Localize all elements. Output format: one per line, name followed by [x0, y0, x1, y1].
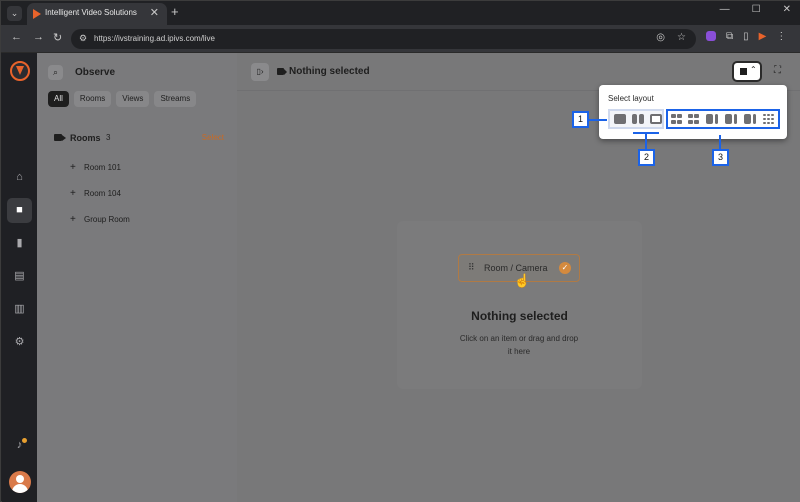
home-icon[interactable]: ⌂ — [7, 165, 32, 190]
film-icon[interactable]: ▮ — [7, 231, 32, 256]
layout-select-button[interactable]: ⌃ — [732, 61, 762, 82]
callout-2-arrow-split — [633, 132, 659, 134]
filter-views[interactable]: Views — [116, 91, 150, 107]
main-title: Nothing selected — [289, 66, 370, 77]
rooms-count: 3 — [106, 133, 111, 142]
layout-four-icon[interactable] — [671, 114, 683, 124]
callout-2: 2 — [638, 149, 655, 166]
chip-label: Room / Camera — [484, 263, 548, 273]
minimize-button[interactable]: — — [720, 4, 730, 15]
empty-state-description: Click on an item or drag and drop it her… — [459, 334, 579, 356]
side-panel-icon[interactable]: ▯ — [743, 31, 749, 42]
callout-2-arrow — [645, 133, 647, 149]
layout-nine-icon[interactable] — [763, 114, 775, 124]
address-bar: ← → ↻ ⚙ https://ivstraining.ad.ipivs.com… — [1, 25, 800, 53]
new-tab-button[interactable]: + — [171, 4, 179, 19]
empty-state-title: Nothing selected — [471, 309, 568, 323]
plus-icon[interactable]: + — [70, 188, 76, 199]
puzzle-icon[interactable]: ⧉ — [726, 31, 733, 42]
fullscreen-icon[interactable]: ⛶ — [774, 65, 781, 76]
layout-main-three-icon[interactable] — [725, 114, 737, 124]
bookmark-star-icon[interactable]: ☆ — [677, 32, 686, 43]
forward-icon[interactable]: → — [33, 31, 44, 43]
layout-popup: Select layout — [599, 85, 787, 139]
tab-search-button[interactable]: ⌄ — [7, 6, 22, 21]
url-text: https://ivstraining.ad.ipivs.com/live — [94, 34, 215, 43]
close-window-button[interactable]: ✕ — [783, 4, 791, 15]
filter-tabs: All Rooms Views Streams — [48, 91, 197, 107]
layout-single-icon — [740, 68, 747, 75]
layout-pip-icon[interactable] — [650, 114, 662, 124]
rooms-section-header: Rooms 3 Select — [54, 133, 224, 145]
room-name: Room 101 — [84, 163, 121, 172]
sidebar-panel: ⌕ Observe All Rooms Views Streams Rooms … — [37, 53, 237, 502]
filter-rooms[interactable]: Rooms — [73, 91, 112, 107]
video-camera-icon — [277, 68, 287, 75]
chart-icon[interactable]: ▥ — [7, 297, 32, 322]
layout-quad-icon[interactable] — [688, 114, 700, 124]
drag-handle-icon[interactable]: ⠿ — [468, 262, 475, 273]
eye-off-icon[interactable]: ◎ — [656, 32, 665, 43]
extension-icon[interactable] — [706, 31, 716, 41]
check-icon: ✓ — [559, 262, 571, 274]
drop-zone[interactable]: ⠿ Room / Camera ✓ ☝ Nothing selected Cli… — [397, 221, 642, 389]
extensions-area: ⧉ ▯ ▶ ⋮ — [706, 31, 786, 42]
chevron-up-icon: ⌃ — [750, 65, 757, 74]
bell-icon[interactable]: ♪ — [7, 433, 32, 458]
maximize-button[interactable]: ☐ — [752, 4, 761, 15]
popup-title: Select layout — [608, 94, 654, 103]
avatar[interactable] — [9, 471, 31, 493]
room-name: Room 104 — [84, 189, 121, 198]
tab-close-icon[interactable]: ✕ — [150, 6, 159, 19]
filter-all[interactable]: All — [48, 91, 69, 107]
layout-side-stack-icon[interactable] — [706, 114, 718, 124]
hand-cursor-icon: ☝ — [514, 273, 531, 288]
logo-icon[interactable] — [10, 61, 30, 81]
plus-icon[interactable]: + — [70, 162, 76, 173]
back-icon[interactable]: ← — [11, 31, 22, 43]
callout-1-arrow — [589, 119, 607, 121]
callout-3-arrow — [719, 135, 721, 149]
search-icon[interactable]: ⌕ — [48, 65, 63, 80]
layout-two-split-icon[interactable] — [632, 114, 644, 124]
layout-group-multi — [666, 109, 780, 129]
callout-1: 1 — [572, 111, 589, 128]
plus-icon[interactable]: + — [70, 214, 76, 225]
reload-icon[interactable]: ↻ — [53, 31, 62, 44]
window-controls: — ☐ ✕ — [720, 4, 791, 15]
layout-main-four-icon[interactable] — [744, 114, 756, 124]
nav-rail: ⌂ ■ ▮ ▤ ▥ ⚙ ♪ — [2, 53, 37, 502]
browser-menu-icon[interactable]: ⋮ — [776, 31, 786, 42]
filter-streams[interactable]: Streams — [154, 91, 197, 107]
callout-3: 3 — [712, 149, 729, 166]
browser-window: ⌄ Intelligent Video Solutions ✕ + — ☐ ✕ … — [0, 0, 800, 502]
room-name: Group Room — [84, 215, 130, 224]
video-camera-icon — [54, 134, 66, 141]
sidebar-toggle-icon[interactable]: ▯› — [251, 63, 269, 81]
tab-title: Intelligent Video Solutions — [45, 8, 137, 17]
page-title: Observe — [75, 67, 116, 78]
browser-tab[interactable]: Intelligent Video Solutions ✕ — [27, 3, 167, 25]
select-button[interactable]: Select — [202, 133, 224, 142]
tab-strip: ⌄ Intelligent Video Solutions ✕ + — ☐ ✕ — [1, 1, 800, 25]
report-icon[interactable]: ▤ — [7, 264, 32, 289]
favicon-icon — [33, 9, 41, 19]
url-field[interactable]: ⚙ https://ivstraining.ad.ipivs.com/live … — [71, 29, 696, 49]
ivs-extension-icon[interactable]: ▶ — [759, 31, 767, 42]
layout-group-basic — [608, 109, 664, 129]
rooms-label: Rooms — [70, 133, 101, 143]
settings-icon[interactable]: ⚙ — [7, 330, 32, 355]
camera-icon[interactable]: ■ — [7, 198, 32, 223]
layout-single-icon[interactable] — [614, 114, 626, 124]
site-info-icon[interactable]: ⚙ — [79, 33, 87, 44]
notification-dot — [22, 438, 27, 443]
